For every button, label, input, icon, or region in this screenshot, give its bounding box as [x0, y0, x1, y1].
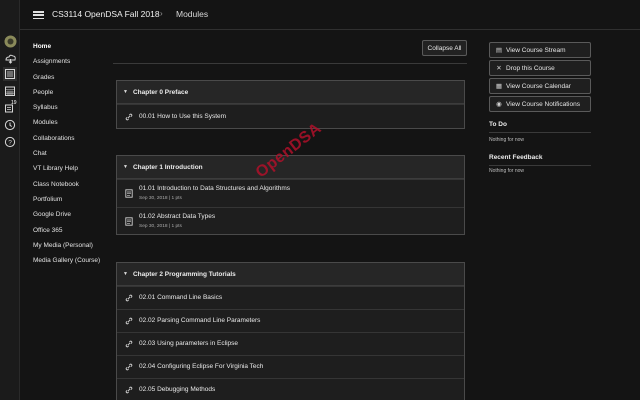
button-label: View Course Stream: [506, 46, 566, 54]
link-icon: [125, 386, 133, 394]
module-item-title[interactable]: 00.01 How to Use this System: [139, 113, 226, 120]
dashboard-icon[interactable]: [3, 67, 17, 81]
view-course-stream-button[interactable]: ▤ View Course Stream: [489, 42, 591, 58]
module-item[interactable]: 02.04 Configuring Eclipse For Virginia T…: [117, 355, 464, 378]
module-item-title[interactable]: 02.05 Debugging Methods: [139, 386, 215, 393]
notification-icon: ◉: [496, 101, 502, 108]
module-item-title[interactable]: 02.02 Parsing Command Line Parameters: [139, 317, 260, 324]
module-item-title[interactable]: 02.04 Configuring Eclipse For Virginia T…: [139, 363, 263, 370]
collapse-caret-icon: ▼: [123, 271, 128, 277]
close-icon: ✕: [496, 65, 502, 72]
module-header[interactable]: ▼ Chapter 0 Preface: [117, 81, 464, 104]
link-icon: [125, 340, 133, 348]
calendar-icon: ▦: [495, 83, 503, 90]
course-nav-class-notebook[interactable]: Class Notebook: [33, 180, 111, 195]
course-nav-modules[interactable]: Modules: [33, 118, 111, 133]
module-title: Chapter 1 Introduction: [132, 163, 203, 171]
module-title: Chapter 0 Preface: [132, 88, 189, 96]
course-nav-assignments[interactable]: Assignments: [33, 57, 111, 72]
todo-divider: [489, 132, 591, 133]
view-course-calendar-button[interactable]: ▦ View Course Calendar: [489, 78, 591, 94]
inbox-badge: 19: [11, 100, 17, 106]
todo-empty-note: Nothing for now: [489, 137, 525, 143]
link-icon: [125, 317, 133, 325]
recent-feedback-heading: Recent Feedback: [489, 154, 543, 161]
course-nav-office-365[interactable]: Office 365: [33, 226, 111, 241]
view-course-notifications-button[interactable]: ◉ View Course Notifications: [489, 96, 591, 112]
module-item[interactable]: 01.01 Introduction to Data Structures an…: [117, 179, 464, 207]
feedback-empty-note: Nothing for now: [489, 168, 525, 174]
calendar-icon[interactable]: [3, 84, 17, 98]
module-item-title[interactable]: 02.03 Using parameters in Eclipse: [139, 340, 238, 347]
module-item[interactable]: 01.02 Abstract Data Types Sep 30, 2018 |…: [117, 207, 464, 235]
module-item-title[interactable]: 02.01 Command Line Basics: [139, 294, 222, 301]
collapse-caret-icon: ▼: [123, 89, 128, 95]
course-nav-people[interactable]: People: [33, 88, 111, 103]
module-item[interactable]: 02.05 Debugging Methods: [117, 378, 464, 400]
module-item[interactable]: 02.03 Using parameters in Eclipse: [117, 332, 464, 355]
module-chapter-0: ▼ Chapter 0 Preface 00.01 How to Use thi…: [116, 80, 465, 129]
drop-course-button[interactable]: ✕ Drop this Course: [489, 60, 591, 76]
course-nav-google-drive[interactable]: Google Drive: [33, 210, 111, 225]
breadcrumb-separator: ›: [160, 9, 163, 18]
module-item[interactable]: 02.01 Command Line Basics: [117, 286, 464, 309]
breadcrumb-page: Modules: [176, 9, 209, 19]
module-header[interactable]: ▼ Chapter 2 Programming Tutorials: [117, 263, 464, 286]
module-item[interactable]: 00.01 How to Use this System: [117, 104, 464, 128]
course-nav: Home Assignments Grades People Syllabus …: [33, 42, 111, 280]
module-title: Chapter 2 Programming Tutorials: [132, 270, 236, 278]
link-icon: [125, 363, 133, 371]
todo-heading: To Do: [489, 121, 507, 128]
svg-text:?: ?: [8, 139, 12, 146]
course-nav-portfolium[interactable]: Portfolium: [33, 195, 111, 210]
feedback-divider: [489, 165, 591, 166]
stream-icon: ▤: [495, 47, 503, 54]
assignment-icon: [125, 189, 133, 198]
course-nav-media-gallery[interactable]: Media Gallery (Course): [33, 256, 111, 280]
module-item-title[interactable]: 01.01 Introduction to Data Structures an…: [139, 185, 290, 192]
module-chapter-2: ▼ Chapter 2 Programming Tutorials 02.01 …: [116, 262, 465, 400]
course-nav-chat[interactable]: Chat: [33, 149, 111, 164]
button-label: Drop this Course: [506, 64, 555, 72]
collapse-caret-icon: ▼: [123, 164, 128, 170]
course-nav-grades[interactable]: Grades: [33, 73, 111, 88]
module-item[interactable]: 02.02 Parsing Command Line Parameters: [117, 309, 464, 332]
collapse-all-button[interactable]: Collapse All: [422, 40, 467, 56]
top-header: CS3114 OpenDSA Fall 2018 › Modules: [20, 0, 640, 30]
hamburger-menu-icon[interactable]: [33, 11, 44, 19]
button-label: View Course Calendar: [506, 82, 571, 90]
content-divider: [113, 63, 467, 64]
help-icon[interactable]: ?: [3, 135, 17, 149]
course-nav-home[interactable]: Home: [33, 42, 111, 57]
assignment-icon: [125, 217, 133, 226]
link-icon: [125, 294, 133, 302]
history-icon[interactable]: [3, 118, 17, 132]
module-item-meta: Sep 30, 2018 | 1 pts: [139, 224, 182, 229]
course-nav-syllabus[interactable]: Syllabus: [33, 103, 111, 118]
course-nav-vt-library-help[interactable]: VT Library Help: [33, 164, 111, 179]
breadcrumb-course[interactable]: CS3114 OpenDSA Fall 2018: [52, 9, 160, 19]
module-chapter-1: ▼ Chapter 1 Introduction 01.01 Introduct…: [116, 155, 465, 235]
link-icon: [125, 113, 133, 121]
account-icon[interactable]: [3, 51, 17, 65]
module-item-title[interactable]: 01.02 Abstract Data Types: [139, 213, 215, 220]
course-nav-my-media[interactable]: My Media (Personal): [33, 241, 111, 256]
course-nav-collaborations[interactable]: Collaborations: [33, 134, 111, 149]
button-label: View Course Notifications: [506, 100, 580, 108]
global-nav: 19 ?: [0, 0, 20, 400]
module-item-meta: Sep 30, 2018 | 1 pts: [139, 196, 182, 201]
logo-icon[interactable]: [3, 34, 17, 48]
